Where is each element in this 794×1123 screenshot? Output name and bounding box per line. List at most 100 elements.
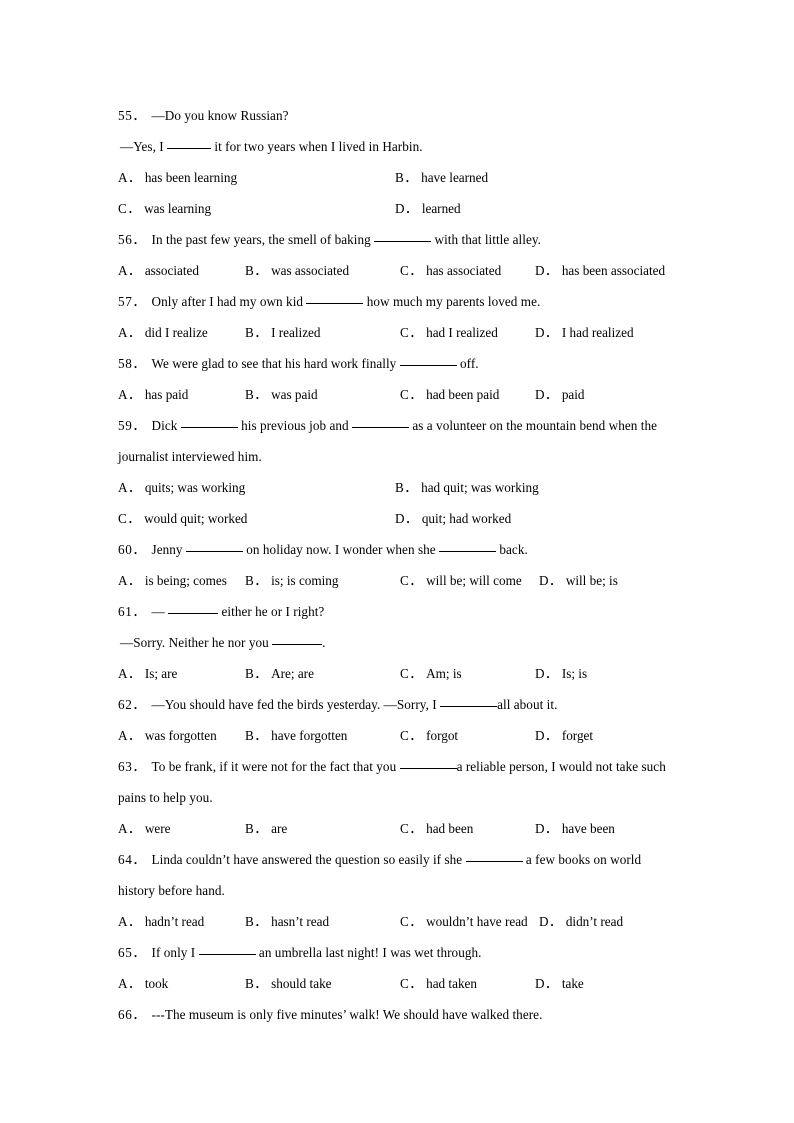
question-stem-line: —Sorry. Neither he nor you .: [118, 627, 678, 658]
option-row: A． took B． should take C． had taken D． take: [118, 968, 678, 999]
stem-segment: —: [151, 604, 169, 619]
option-label: D．: [535, 263, 559, 278]
option-text: forget: [561, 728, 594, 743]
option-a[interactable]: A． has paid: [118, 379, 188, 410]
option-text: had I realized: [426, 325, 498, 340]
option-d[interactable]: D． will be; is: [539, 565, 618, 596]
option-d[interactable]: D． Is; is: [535, 658, 587, 689]
option-label: C．: [400, 387, 423, 402]
question-number: 65．: [118, 945, 147, 960]
stem-segment: back.: [496, 542, 528, 557]
option-text: has been associated: [561, 263, 666, 278]
option-a[interactable]: A． was forgotten: [118, 720, 217, 751]
stem-segment: In the past few years, the smell of baki…: [151, 232, 375, 247]
stem-segment: —Do you know Russian?: [151, 108, 289, 123]
option-c[interactable]: C． wouldn’t have read: [400, 906, 528, 937]
option-label: B．: [395, 480, 418, 495]
option-d[interactable]: D． didn’t read: [539, 906, 623, 937]
option-label: D．: [535, 728, 559, 743]
answer-blank[interactable]: [440, 706, 498, 707]
stem-segment: —You should have fed the birds yesterday…: [151, 697, 441, 712]
question-stem-line: 63． To be frank, if it were not for the …: [118, 751, 678, 813]
option-a[interactable]: A． quits; was working: [118, 472, 245, 503]
option-text: I realized: [271, 325, 321, 340]
option-d[interactable]: D． take: [535, 968, 584, 999]
option-label: A．: [118, 666, 142, 681]
option-a[interactable]: A． has been learning: [118, 162, 237, 193]
option-c[interactable]: C． Am; is: [400, 658, 462, 689]
option-d[interactable]: D． paid: [535, 379, 585, 410]
option-text: Is; are: [144, 666, 178, 681]
option-d[interactable]: D． forget: [535, 720, 593, 751]
option-d[interactable]: D． quit; had worked: [395, 503, 511, 534]
answer-blank[interactable]: [465, 861, 523, 862]
answer-blank[interactable]: [439, 551, 497, 552]
option-c[interactable]: C． had been paid: [400, 379, 499, 410]
option-a[interactable]: A． hadn’t read: [118, 906, 204, 937]
option-a[interactable]: A． is being; comes: [118, 565, 227, 596]
option-label: C．: [118, 511, 141, 526]
option-label: B．: [245, 325, 268, 340]
option-a[interactable]: A． did I realize: [118, 317, 208, 348]
stem-segment: Jenny: [151, 542, 186, 557]
option-a[interactable]: A． associated: [118, 255, 199, 286]
option-b[interactable]: B． should take: [245, 968, 332, 999]
option-d[interactable]: D． I had realized: [535, 317, 634, 348]
option-text: was forgotten: [144, 728, 217, 743]
answer-blank[interactable]: [352, 427, 410, 428]
answer-blank[interactable]: [399, 365, 457, 366]
option-c[interactable]: C． had I realized: [400, 317, 498, 348]
option-text: paid: [561, 387, 585, 402]
answer-blank[interactable]: [272, 644, 323, 645]
stem-segment: Linda couldn’t have answered the questio…: [151, 852, 466, 867]
option-b[interactable]: B． Are; are: [245, 658, 314, 689]
answer-blank[interactable]: [374, 241, 432, 242]
answer-blank[interactable]: [167, 148, 212, 149]
question-number: 60．: [118, 542, 147, 557]
question-stem-line: —Yes, I it for two years when I lived in…: [118, 131, 678, 162]
option-c[interactable]: C． will be; will come: [400, 565, 522, 596]
option-d[interactable]: D． learned: [395, 193, 461, 224]
question-number: 61．: [118, 604, 147, 619]
option-text: are: [271, 821, 288, 836]
stem-segment: how much my parents loved me.: [363, 294, 541, 309]
option-label: C．: [400, 821, 423, 836]
option-label: C．: [400, 573, 423, 588]
option-label: B．: [245, 387, 268, 402]
option-a[interactable]: A． were: [118, 813, 170, 844]
question-number: 63．: [118, 759, 147, 774]
option-c[interactable]: C． forgot: [400, 720, 458, 751]
option-text: was paid: [271, 387, 318, 402]
option-d[interactable]: D． have been: [535, 813, 615, 844]
option-a[interactable]: A． Is; are: [118, 658, 177, 689]
answer-blank[interactable]: [168, 613, 219, 614]
option-b[interactable]: B． is; is coming: [245, 565, 339, 596]
option-a[interactable]: A． took: [118, 968, 168, 999]
option-b[interactable]: B． are: [245, 813, 287, 844]
option-b[interactable]: B． have learned: [395, 162, 488, 193]
option-b[interactable]: B． hasn’t read: [245, 906, 329, 937]
answer-blank[interactable]: [399, 768, 457, 769]
option-c[interactable]: C． would quit; worked: [118, 503, 247, 534]
answer-blank[interactable]: [198, 954, 256, 955]
option-b[interactable]: B． have forgotten: [245, 720, 347, 751]
option-b[interactable]: B． was paid: [245, 379, 318, 410]
option-b[interactable]: B． had quit; was working: [395, 472, 539, 503]
option-row: A． did I realize B． I realized C． had I re…: [118, 317, 678, 348]
question-number: 66．: [118, 1007, 147, 1022]
option-c[interactable]: C． had been: [400, 813, 473, 844]
option-d[interactable]: D． has been associated: [535, 255, 665, 286]
option-label: A．: [118, 914, 142, 929]
stem-segment: an umbrella last night! I was wet throug…: [255, 945, 482, 960]
question-number: 55．: [118, 108, 147, 123]
option-c[interactable]: C． had taken: [400, 968, 477, 999]
option-b[interactable]: B． I realized: [245, 317, 321, 348]
option-text: had quit; was working: [421, 480, 539, 495]
option-text: hasn’t read: [271, 914, 330, 929]
option-b[interactable]: B． was associated: [245, 255, 349, 286]
answer-blank[interactable]: [180, 427, 238, 428]
answer-blank[interactable]: [185, 551, 243, 552]
option-c[interactable]: C． was learning: [118, 193, 211, 224]
answer-blank[interactable]: [306, 303, 364, 304]
option-c[interactable]: C． has associated: [400, 255, 501, 286]
